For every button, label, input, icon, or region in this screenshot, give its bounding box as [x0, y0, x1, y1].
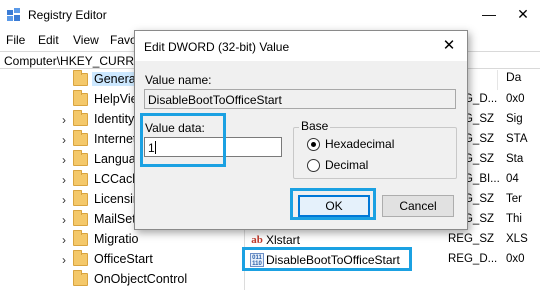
- string-value-icon: ab: [251, 234, 263, 246]
- value-data: 0x0: [506, 93, 525, 105]
- close-window-button[interactable]: ✕: [512, 3, 534, 25]
- highlight-box-value-data: [140, 113, 226, 167]
- folder-icon: [73, 150, 88, 166]
- tree-item-label: OnObjectControl: [94, 272, 188, 286]
- expand-chevron-icon[interactable]: ›: [62, 133, 72, 147]
- decimal-radio[interactable]: [307, 159, 320, 172]
- tree-item-label: Langua: [94, 152, 136, 166]
- dialog-title: Edit DWORD (32-bit) Value: [144, 40, 290, 54]
- expand-chevron-icon[interactable]: ›: [62, 193, 72, 207]
- tree-item-label: Identity: [94, 112, 135, 126]
- expand-chevron-icon[interactable]: ›: [62, 233, 72, 247]
- expand-chevron-icon[interactable]: ›: [62, 173, 72, 187]
- value-data: 0x0: [506, 253, 525, 265]
- menu-favorites[interactable]: Favo: [110, 33, 137, 47]
- base-label: Base: [299, 119, 331, 133]
- folder-icon: [73, 230, 88, 246]
- value-data: Ter: [506, 193, 522, 205]
- dialog-title-bar: Edit DWORD (32-bit) Value ✕: [135, 31, 467, 61]
- tree-item-label: OfficeStart: [94, 252, 153, 266]
- menu-view[interactable]: View: [73, 33, 99, 47]
- value-type: REG_SZ: [448, 233, 495, 245]
- tree-item-label: HelpVie: [94, 92, 138, 106]
- value-data: STA: [506, 133, 528, 145]
- tree-item-migration[interactable]: › Migratio: [0, 230, 244, 250]
- value-data: Thi: [506, 213, 522, 225]
- expand-chevron-icon[interactable]: ›: [62, 113, 72, 127]
- base-groupbox: [293, 127, 457, 179]
- window-title: Registry Editor: [28, 8, 107, 22]
- highlight-box-ok-button: [290, 188, 376, 220]
- menu-edit[interactable]: Edit: [38, 33, 59, 47]
- folder-icon: [73, 130, 88, 146]
- folder-icon: [73, 110, 88, 126]
- value-data: XLS: [506, 233, 528, 245]
- folder-icon: [73, 270, 88, 286]
- value-name-field: DisableBootToOfficeStart: [144, 89, 456, 109]
- value-data: Sig: [506, 113, 523, 125]
- highlight-box-value-row: [242, 247, 412, 271]
- folder-icon: [73, 90, 88, 106]
- folder-icon: [73, 250, 88, 266]
- value-data: Sta: [506, 153, 524, 165]
- value-type: REG_D...: [448, 253, 498, 265]
- folder-icon: [73, 190, 88, 206]
- registry-editor-icon: [7, 8, 20, 21]
- hexadecimal-radio[interactable]: [307, 138, 320, 151]
- tree-item-officestart[interactable]: › OfficeStart: [0, 250, 244, 270]
- minimize-button[interactable]: —: [478, 3, 500, 25]
- expand-chevron-icon[interactable]: ›: [62, 213, 72, 227]
- address-path: Computer\HKEY_CURRE: [4, 54, 143, 68]
- title-bar: Registry Editor — ✕: [0, 0, 540, 30]
- folder-icon: [73, 70, 88, 86]
- expand-chevron-icon[interactable]: ›: [62, 253, 72, 267]
- value-data: 04: [506, 173, 519, 185]
- tree-item-label: Migratio: [94, 232, 139, 246]
- value-name: Xlstart: [266, 233, 301, 247]
- tree-item-label: Internet: [94, 132, 137, 146]
- menu-file[interactable]: File: [6, 33, 25, 47]
- value-name-text: DisableBootToOfficeStart: [148, 93, 282, 107]
- expand-chevron-icon[interactable]: ›: [62, 153, 72, 167]
- folder-icon: [73, 170, 88, 186]
- folder-icon: [73, 210, 88, 226]
- cancel-button[interactable]: Cancel: [382, 195, 454, 217]
- decimal-label[interactable]: Decimal: [325, 158, 368, 172]
- tree-item-onobjectcontrol[interactable]: OnObjectControl: [0, 270, 244, 290]
- hexadecimal-label[interactable]: Hexadecimal: [325, 137, 394, 151]
- column-header-data[interactable]: Da: [502, 70, 540, 90]
- value-name-label: Value name:: [145, 73, 212, 87]
- dialog-close-button[interactable]: ✕: [439, 36, 459, 56]
